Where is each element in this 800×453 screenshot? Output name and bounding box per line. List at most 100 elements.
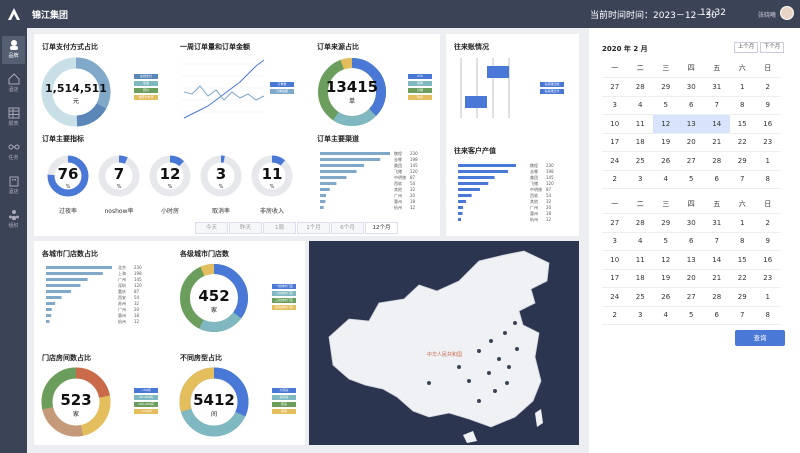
calendar-day[interactable]: 2 (755, 213, 781, 233)
calendar-day[interactable]: 7 (704, 232, 730, 251)
calendar-day[interactable]: 26 (653, 151, 679, 171)
nav-item-report[interactable]: 报表 (2, 104, 25, 132)
calendar-day[interactable]: 16 (755, 114, 781, 134)
calendar-day[interactable]: 6 (678, 96, 704, 115)
nav-item-brand[interactable]: 品牌 (2, 36, 25, 64)
calendar-day[interactable]: 1 (729, 77, 755, 97)
calendar-day[interactable]: 8 (729, 232, 755, 251)
calendar-day[interactable]: 30 (678, 77, 704, 97)
calendar-day[interactable]: 1 (755, 151, 781, 171)
calendar-day[interactable]: 2 (602, 306, 628, 325)
tab-6-months[interactable]: 6个月 (331, 222, 364, 234)
calendar-day[interactable]: 21 (704, 133, 730, 152)
calendar-day[interactable]: 30 (678, 213, 704, 233)
calendar-day[interactable]: 7 (729, 170, 755, 189)
calendar-day[interactable]: 4 (653, 306, 679, 325)
calendar-day[interactable]: 28 (627, 213, 653, 233)
calendar-day[interactable]: 25 (627, 287, 653, 307)
calendar-day[interactable]: 28 (704, 151, 730, 171)
china-map[interactable]: 中华人民共和国 (309, 241, 579, 445)
calendar-day[interactable]: 11 (627, 114, 653, 134)
calendar-day[interactable]: 29 (653, 213, 679, 233)
calendar-day[interactable]: 17 (602, 269, 628, 288)
calendar-day[interactable]: 23 (755, 133, 781, 152)
calendar-day[interactable]: 31 (704, 213, 730, 233)
calendar-day[interactable]: 12 (653, 250, 679, 270)
calendar-day[interactable]: 9 (755, 232, 781, 251)
calendar-day[interactable]: 24 (602, 287, 628, 307)
calendar-day[interactable]: 3 (627, 306, 653, 325)
calendar-day[interactable]: 18 (627, 269, 653, 288)
calendar-day[interactable]: 22 (729, 133, 755, 152)
calendar-day[interactable]: 14 (704, 114, 730, 134)
query-button[interactable]: 查询 (735, 330, 785, 346)
calendar-day[interactable]: 6 (704, 306, 730, 325)
nav-item-building[interactable]: 酒店 (2, 172, 25, 200)
calendar-day[interactable]: 23 (755, 269, 781, 288)
calendar-day[interactable]: 8 (755, 170, 781, 189)
calendar-day[interactable]: 17 (602, 133, 628, 152)
calendar-day[interactable]: 16 (755, 250, 781, 270)
calendar-day[interactable]: 12 (653, 114, 679, 134)
calendar-day[interactable]: 15 (729, 250, 755, 270)
calendar-day[interactable]: 4 (627, 96, 653, 115)
nav-item-task[interactable]: 任务 (2, 138, 25, 166)
nav-item-org[interactable]: 组织 (2, 206, 25, 234)
avatar[interactable] (780, 6, 794, 20)
calendar-day[interactable]: 27 (602, 213, 628, 233)
calendar-day[interactable]: 25 (627, 151, 653, 171)
calendar-day[interactable]: 24 (602, 151, 628, 171)
calendar-day[interactable]: 8 (755, 306, 781, 325)
tab-yesterday[interactable]: 昨天 (229, 222, 262, 234)
calendar-day[interactable]: 29 (729, 287, 755, 307)
calendar-day[interactable]: 27 (678, 151, 704, 171)
calendar-day[interactable]: 21 (704, 269, 730, 288)
calendar-day[interactable]: 27 (678, 287, 704, 307)
calendar-day[interactable]: 2 (755, 77, 781, 97)
calendar-day[interactable]: 14 (704, 250, 730, 270)
calendar-day[interactable]: 2 (602, 170, 628, 189)
next-month-button[interactable]: 下个月 (760, 42, 784, 53)
calendar-day[interactable]: 6 (704, 170, 730, 189)
calendar-day[interactable]: 7 (704, 96, 730, 115)
calendar-day[interactable]: 4 (653, 170, 679, 189)
calendar-day[interactable]: 28 (627, 77, 653, 97)
calendar-day[interactable]: 20 (678, 269, 704, 288)
calendar-day[interactable]: 3 (627, 170, 653, 189)
calendar-day[interactable]: 3 (602, 96, 628, 115)
calendar-day[interactable]: 27 (602, 77, 628, 97)
calendar-day[interactable]: 7 (729, 306, 755, 325)
calendar-day[interactable]: 22 (729, 269, 755, 288)
calendar-day[interactable]: 5 (678, 306, 704, 325)
calendar-day[interactable]: 28 (704, 287, 730, 307)
calendar-day[interactable]: 19 (653, 133, 679, 152)
calendar-day[interactable]: 18 (627, 133, 653, 152)
calendar-day[interactable]: 8 (729, 96, 755, 115)
calendar-day[interactable]: 19 (653, 269, 679, 288)
calendar-day[interactable]: 5 (653, 96, 679, 115)
calendar-day[interactable]: 13 (678, 250, 704, 270)
calendar-day[interactable]: 4 (627, 232, 653, 251)
calendar-day[interactable]: 3 (602, 232, 628, 251)
calendar-day[interactable]: 29 (653, 77, 679, 97)
calendar-day[interactable]: 29 (729, 151, 755, 171)
calendar-day[interactable]: 26 (653, 287, 679, 307)
tab-1-week[interactable]: 1周 (263, 222, 296, 234)
tab-today[interactable]: 今天 (195, 222, 228, 234)
calendar-day[interactable]: 20 (678, 133, 704, 152)
calendar-day[interactable]: 31 (704, 77, 730, 97)
calendar-day[interactable]: 15 (729, 114, 755, 134)
user-name[interactable]: 张晓曦 (758, 10, 776, 19)
calendar-day[interactable]: 6 (678, 232, 704, 251)
nav-item-hotel[interactable]: 酒店 (2, 70, 25, 98)
calendar-day[interactable]: 9 (755, 96, 781, 115)
calendar-day[interactable]: 5 (653, 232, 679, 251)
calendar-day[interactable]: 11 (627, 250, 653, 270)
calendar-day[interactable]: 5 (678, 170, 704, 189)
calendar-day[interactable]: 1 (729, 213, 755, 233)
calendar-day[interactable]: 10 (602, 114, 628, 134)
calendar-day[interactable]: 1 (755, 287, 781, 307)
calendar-day[interactable]: 13 (678, 114, 704, 134)
calendar-day[interactable]: 10 (602, 250, 628, 270)
prev-month-button[interactable]: 上个月 (734, 42, 758, 53)
